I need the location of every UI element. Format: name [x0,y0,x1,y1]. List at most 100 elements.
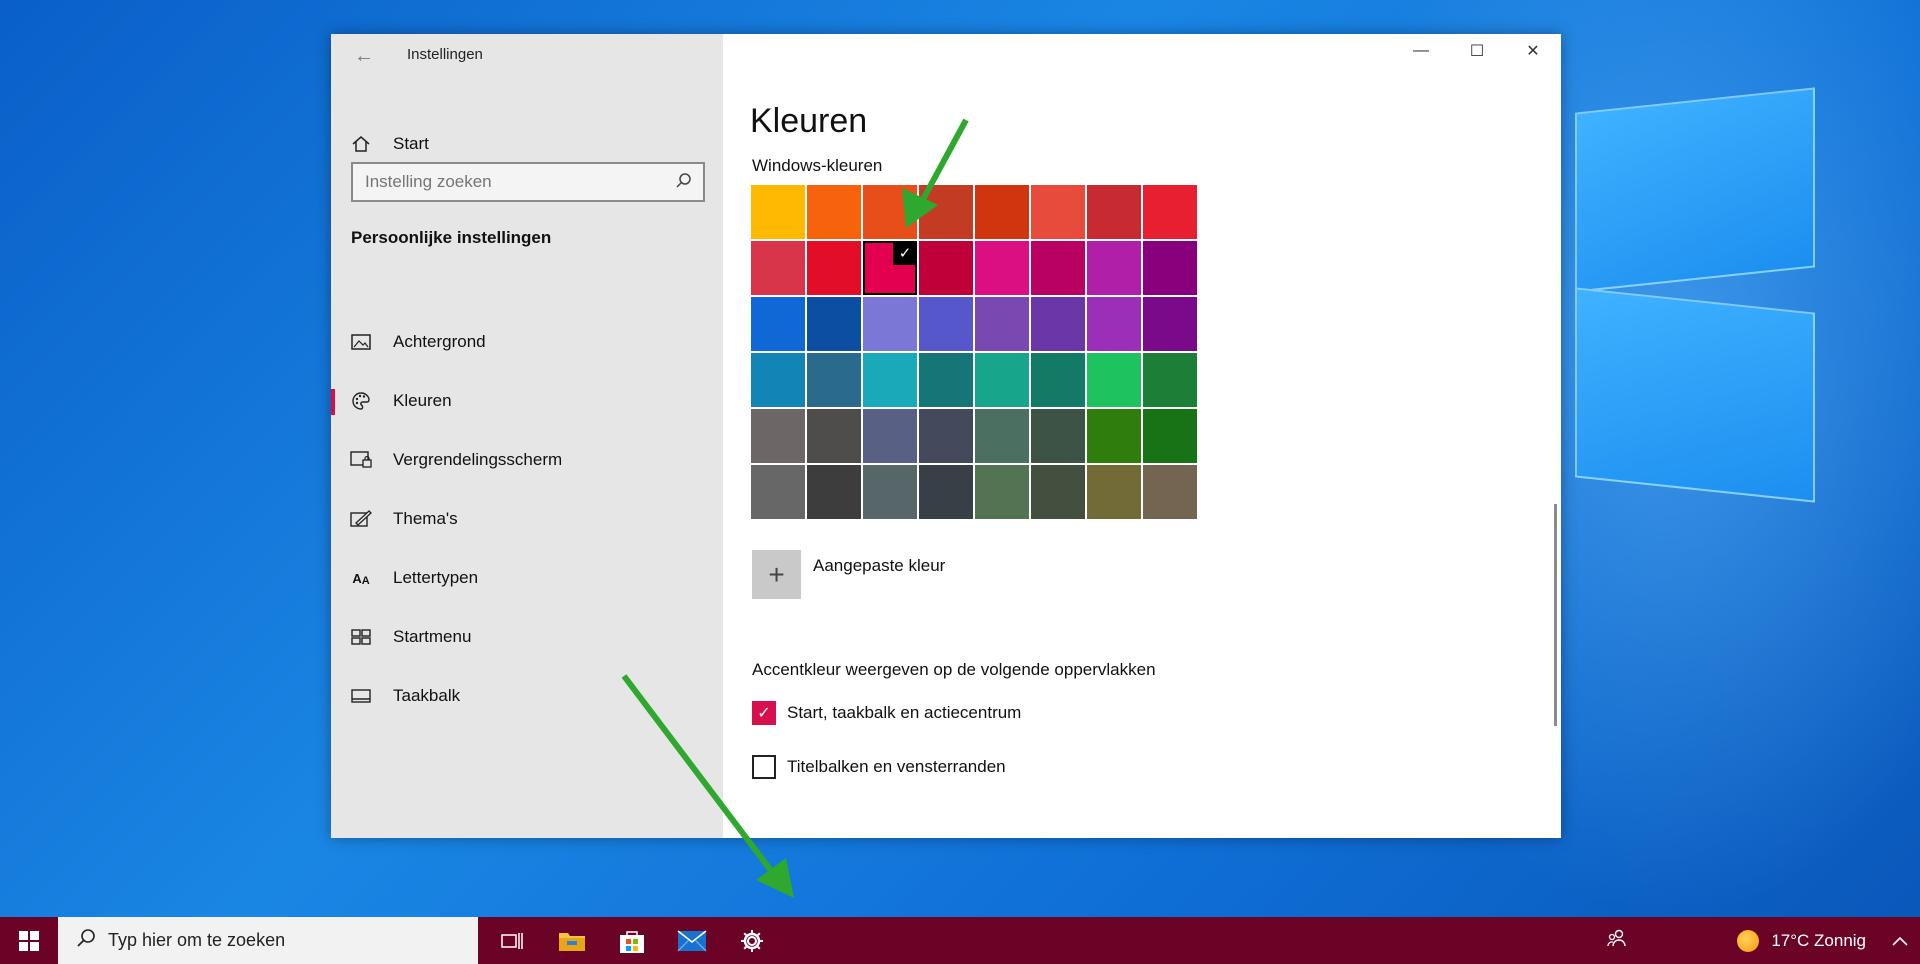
color-swatch[interactable] [807,185,861,239]
mail-icon[interactable] [662,917,722,964]
taskbar-search[interactable]: Typ hier om te zoeken [58,917,478,964]
sidebar-item-vergrendelingsscherm[interactable]: Vergrendelingsscherm [331,438,723,482]
font-icon-glyph: A [352,570,362,586]
color-swatch[interactable] [1031,353,1085,407]
color-swatch[interactable] [919,185,973,239]
taskbar-search-placeholder: Typ hier om te zoeken [108,930,286,950]
checkbox[interactable] [752,755,776,779]
color-swatch[interactable] [1087,409,1141,463]
sidebar-item-lettertypen[interactable]: AA Lettertypen [331,556,723,600]
checkbox-titlebars[interactable]: Titelbalken en vensterranden [752,755,1006,779]
sidebar-item-label: Taakbalk [393,686,461,705]
color-swatch[interactable] [1143,353,1197,407]
color-swatch[interactable] [863,465,917,519]
checkbox-start-taskbar[interactable]: ✓ Start, taakbalk en actiecentrum [752,701,1021,725]
windows-colors-heading: Windows-kleuren [752,156,883,175]
color-swatch[interactable] [1087,297,1141,351]
color-swatch[interactable] [1031,465,1085,519]
color-swatch[interactable] [1087,353,1141,407]
color-swatch[interactable] [1143,409,1197,463]
sidebar-item-label: Achtergrond [393,332,486,351]
color-swatch[interactable] [1087,185,1141,239]
home-icon [349,134,373,154]
sidebar-item-home[interactable]: Start [331,122,723,166]
sidebar: ← Instellingen Start Persoonlijke instel… [331,34,723,838]
windows-logo-pane [1575,287,1815,503]
checkbox[interactable]: ✓ [752,701,776,725]
minimize-button[interactable]: — [1393,34,1449,68]
color-swatch[interactable] [1143,241,1197,295]
search-icon[interactable] [675,172,693,195]
search-input[interactable] [353,164,653,200]
color-swatch[interactable] [1031,185,1085,239]
font-icon: AA [349,568,373,588]
color-swatch[interactable] [919,353,973,407]
weather-sun-icon[interactable] [1737,929,1760,952]
color-swatch[interactable] [751,353,805,407]
weather-text[interactable]: 17°C Zonnig [1771,931,1866,951]
color-swatch[interactable] [1143,465,1197,519]
color-swatch[interactable] [863,409,917,463]
color-swatch[interactable] [1031,409,1085,463]
color-swatch[interactable] [1087,241,1141,295]
custom-color-label: Aangepaste kleur [813,556,946,575]
scrollbar[interactable] [1554,504,1557,726]
sidebar-item-kleuren[interactable]: Kleuren [331,379,723,423]
chevron-up-icon[interactable] [1892,931,1908,951]
sidebar-item-achtergrond[interactable]: Achtergrond [331,320,723,364]
color-swatch[interactable] [863,353,917,407]
color-swatch[interactable] [807,241,861,295]
caption-buttons: — ☐ ✕ [1393,34,1561,68]
color-swatch[interactable] [751,185,805,239]
sidebar-item-label: Startmenu [393,627,472,646]
color-swatch[interactable] [975,185,1029,239]
color-swatch[interactable] [1143,297,1197,351]
color-swatch[interactable] [1031,297,1085,351]
color-swatch[interactable] [807,353,861,407]
color-swatch[interactable] [975,241,1029,295]
store-icon[interactable] [602,917,662,964]
close-button[interactable]: ✕ [1505,34,1561,68]
color-swatch[interactable] [1143,185,1197,239]
color-swatch[interactable] [919,465,973,519]
color-swatch[interactable] [807,465,861,519]
color-swatch[interactable] [919,409,973,463]
color-swatch[interactable] [975,353,1029,407]
people-icon[interactable] [1607,928,1627,953]
color-swatch[interactable] [1031,241,1085,295]
sidebar-item-themas[interactable]: Thema's [331,497,723,541]
color-swatch[interactable] [919,241,973,295]
color-swatch[interactable] [975,297,1029,351]
checkbox-label: Start, taakbalk en actiecentrum [787,703,1022,722]
color-swatch[interactable] [807,409,861,463]
system-tray: 17°C Zonnig [1607,917,1920,964]
color-swatch[interactable] [807,297,861,351]
color-swatch[interactable] [751,297,805,351]
color-swatch[interactable] [975,465,1029,519]
sidebar-item-label: Thema's [393,509,458,528]
start-menu-icon [349,627,373,647]
color-swatch[interactable] [751,241,805,295]
file-explorer-icon[interactable] [542,917,602,964]
lock-screen-icon [349,450,373,470]
sidebar-item-taakbalk[interactable]: Taakbalk [331,674,723,718]
sidebar-item-startmenu[interactable]: Startmenu [331,615,723,659]
settings-icon[interactable] [722,917,782,964]
color-swatch[interactable]: ✓ [863,241,917,295]
color-swatch[interactable] [975,409,1029,463]
plus-icon: + [752,550,801,599]
color-swatch[interactable] [863,297,917,351]
custom-color-button[interactable]: + Aangepaste kleur [752,550,945,599]
color-swatch[interactable] [1087,465,1141,519]
back-arrow-icon[interactable]: ← [351,44,377,70]
start-button[interactable] [0,917,58,964]
accent-surfaces-heading: Accentkleur weergeven op de volgende opp… [752,660,1156,679]
maximize-button[interactable]: ☐ [1449,34,1505,68]
color-swatch[interactable] [751,409,805,463]
task-view-icon[interactable] [482,917,542,964]
color-swatch[interactable] [863,185,917,239]
color-swatch[interactable] [919,297,973,351]
color-swatch[interactable] [751,465,805,519]
checkbox-label: Titelbalken en vensterranden [787,757,1006,776]
settings-search[interactable] [351,162,705,202]
